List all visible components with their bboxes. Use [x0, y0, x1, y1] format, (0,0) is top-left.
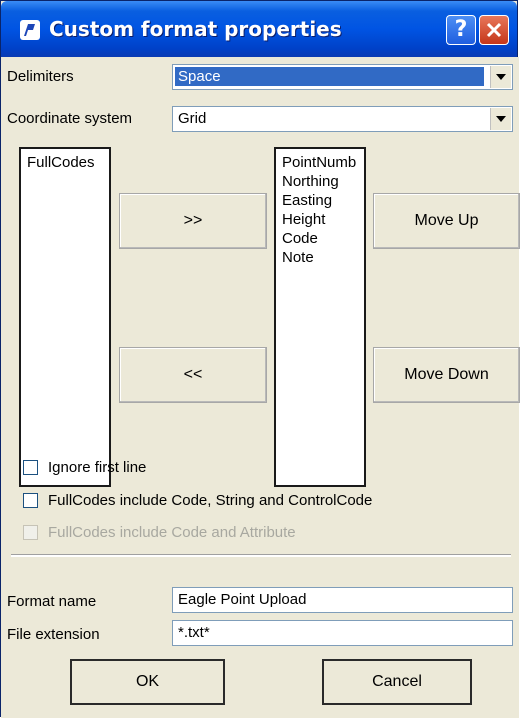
dialog-window: Custom format properties ? Delimiters Sp… [0, 0, 520, 718]
fullcodes-code-attribute-checkbox [23, 525, 38, 540]
fullcodes-code-string-control-checkbox[interactable] [23, 493, 38, 508]
delimiters-value: Space [175, 67, 484, 86]
file-extension-label: File extension [7, 626, 100, 643]
dialog-content: Delimiters Space Coordinate system Grid … [1, 57, 520, 718]
add-field-button[interactable]: >> [119, 193, 267, 249]
fullcodes-code-string-control-option[interactable]: FullCodes include Code, String and Contr… [23, 492, 372, 509]
fullcodes-code-string-control-label: FullCodes include Code, String and Contr… [48, 492, 373, 509]
app-icon [20, 20, 40, 40]
list-item[interactable]: Easting [282, 191, 358, 210]
chevron-down-icon[interactable] [490, 108, 511, 130]
cancel-button[interactable]: Cancel [322, 659, 472, 705]
format-name-field[interactable]: Eagle Point Upload [172, 587, 513, 613]
move-down-button[interactable]: Move Down [373, 347, 520, 403]
remove-field-button[interactable]: << [119, 347, 267, 403]
list-item[interactable]: Note [282, 248, 358, 267]
chevron-down-icon[interactable] [490, 66, 511, 88]
list-item[interactable]: PointNumb [282, 153, 358, 172]
available-fields-list[interactable]: FullCodes [19, 147, 111, 487]
ok-button[interactable]: OK [70, 659, 225, 705]
help-button[interactable]: ? [446, 15, 476, 45]
close-icon [486, 22, 502, 38]
coordinate-system-value: Grid [178, 110, 207, 127]
separator [11, 554, 511, 557]
ignore-first-line-checkbox[interactable] [23, 460, 38, 475]
close-button[interactable] [479, 15, 509, 45]
coordinate-system-label: Coordinate system [7, 110, 133, 127]
format-name-label: Format name [7, 593, 97, 610]
title-bar[interactable]: Custom format properties ? [1, 1, 517, 57]
window-title: Custom format properties [49, 17, 342, 41]
coordinate-system-combo[interactable]: Grid [172, 106, 513, 132]
list-item[interactable]: Northing [282, 172, 358, 191]
selected-fields-list[interactable]: PointNumb Northing Easting Height Code N… [274, 147, 366, 487]
ignore-first-line-option[interactable]: Ignore first line [23, 459, 146, 476]
ignore-first-line-label: Ignore first line [48, 459, 147, 476]
fullcodes-code-attribute-option: FullCodes include Code and Attribute [23, 524, 296, 541]
move-up-button[interactable]: Move Up [373, 193, 520, 249]
fullcodes-code-attribute-label: FullCodes include Code and Attribute [48, 524, 296, 541]
list-item[interactable]: Code [282, 229, 358, 248]
list-item[interactable]: FullCodes [27, 153, 103, 172]
file-extension-field[interactable]: *.txt* [172, 620, 513, 646]
list-item[interactable]: Height [282, 210, 358, 229]
delimiters-combo[interactable]: Space [172, 64, 513, 90]
delimiters-label: Delimiters [7, 68, 74, 85]
